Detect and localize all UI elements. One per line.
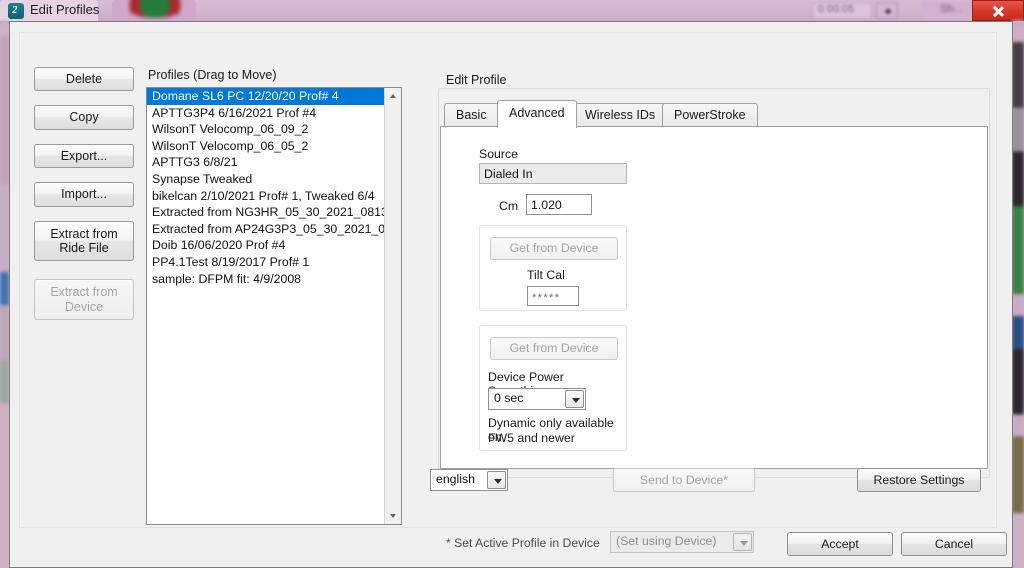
background-record-button (876, 2, 898, 19)
background-left-sliver (0, 20, 9, 568)
units-combo[interactable]: english (430, 469, 508, 491)
list-item[interactable]: WilsonT Velocomp_06_09_2 (147, 121, 386, 138)
list-item[interactable]: WilsonT Velocomp_06_05_2 (147, 138, 386, 155)
profiles-list-items: Domane SL6 PC 12/20/20 Prof# 4 APTTG3P4 6… (147, 88, 386, 287)
smoothing-note-line2: FW5 and newer (488, 431, 575, 445)
power-smoothing-group: Get from Device Device Power Smoothing 0… (479, 325, 627, 451)
list-item[interactable]: bikelcan 2/10/2021 Prof# 1, Tweaked 6/4 (147, 188, 386, 205)
chevron-down-icon[interactable] (487, 471, 506, 489)
list-item[interactable]: Synapse Tweaked (147, 171, 386, 188)
tab-powerstroke[interactable]: PowerStroke (662, 103, 758, 126)
scroll-down-arrow-icon[interactable] (385, 507, 401, 524)
source-value-field: Dialed In (479, 163, 627, 184)
tab-wireless-ids[interactable]: Wireless IDs (573, 103, 668, 126)
tilt-cal-label: Tilt Cal (527, 268, 565, 282)
active-profile-combo: (Set using Device) (610, 531, 754, 553)
list-item[interactable]: Doib 16/06/2020 Prof #4 (147, 237, 386, 254)
background-right-sliver (1012, 20, 1024, 568)
list-item[interactable]: Extracted from AP24G3P3_05_30_2021_08 (147, 221, 386, 238)
edit-profiles-icon: 2 (8, 3, 24, 19)
export-button[interactable]: Export... (34, 143, 134, 169)
cm-label: Cm (499, 199, 519, 213)
import-button[interactable]: Import... (34, 182, 134, 207)
list-item[interactable]: APTTG3P4 6/16/2021 Prof #4 (147, 105, 386, 122)
chevron-down-icon[interactable] (565, 390, 584, 408)
background-close-button[interactable] (972, 0, 1024, 21)
units-value: english (436, 472, 475, 486)
power-smoothing-get-from-device-button: Get from Device (490, 337, 618, 360)
cancel-button[interactable]: Cancel (901, 532, 1007, 556)
advanced-tab-panel: Source Dialed In Cm 1.020 Get from Devic… (440, 126, 988, 469)
restore-settings-button[interactable]: Restore Settings (857, 468, 981, 492)
profiles-listbox[interactable]: Domane SL6 PC 12/20/20 Prof# 4 APTTG3P4 6… (146, 87, 402, 525)
source-label: Source (479, 147, 518, 161)
extract-from-device-button: Extract from Device (34, 279, 134, 320)
active-profile-value: (Set using Device) (616, 534, 717, 548)
extract-from-ride-file-button[interactable]: Extract from Ride File (34, 220, 134, 262)
copy-button[interactable]: Copy (34, 105, 134, 130)
device-power-smoothing-combo[interactable]: 0 sec (488, 388, 586, 410)
background-share-label: Sh... (940, 3, 963, 15)
tab-strip: Basic Advanced Wireless IDs PowerStroke (444, 100, 984, 128)
profiles-list-label: Profiles (Drag to Move) (148, 68, 277, 82)
list-item[interactable]: APTTG3 6/8/21 (147, 154, 386, 171)
tab-basic[interactable]: Basic (444, 103, 499, 126)
tilt-cal-get-from-device-button: Get from Device (490, 237, 618, 260)
cm-field[interactable]: 1.020 (526, 194, 592, 215)
list-item[interactable]: Domane SL6 PC 12/20/20 Prof# 4 (147, 88, 386, 105)
edit-profiles-dialog: Delete Copy Export... Import... Extract … (9, 21, 1013, 568)
tab-advanced[interactable]: Advanced (497, 100, 577, 128)
list-item[interactable]: sample: DFPM fit: 4/9/2008 (147, 271, 386, 288)
chevron-down-icon (733, 533, 752, 551)
window-title: Edit Profiles (30, 2, 100, 17)
tilt-cal-group: Get from Device Tilt Cal ***** (479, 225, 627, 311)
device-power-smoothing-value: 0 sec (494, 391, 524, 405)
set-active-profile-note: * Set Active Profile in Device (446, 536, 600, 550)
delete-button[interactable]: Delete (34, 67, 134, 92)
scroll-up-arrow-icon[interactable] (385, 88, 401, 105)
action-button-column: Delete Copy Export... Import... Extract … (34, 67, 134, 334)
tilt-cal-field[interactable]: ***** (527, 286, 579, 306)
background-timer-value: 0:00:05 (818, 4, 855, 15)
profiles-list-scrollbar[interactable] (384, 88, 401, 524)
list-item[interactable]: PP4.1Test 8/19/2017 Prof# 1 (147, 254, 386, 271)
accept-button[interactable]: Accept (787, 532, 893, 556)
list-item[interactable]: Extracted from NG3HR_05_30_2021_0813. (147, 204, 386, 221)
edit-profile-group-title: Edit Profile (442, 73, 511, 87)
send-to-device-button: Send to Device* (613, 468, 755, 492)
